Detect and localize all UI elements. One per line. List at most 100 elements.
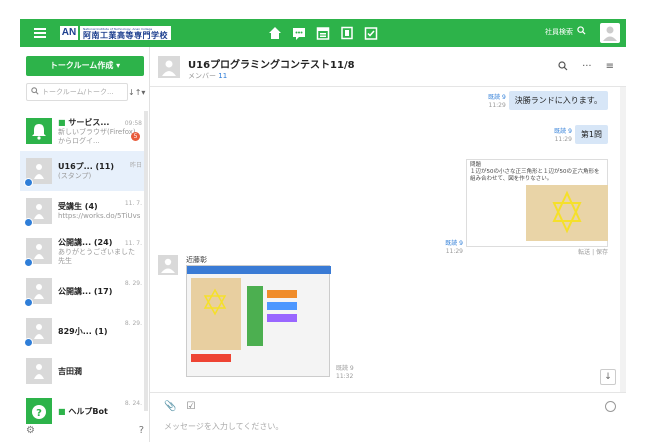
scroll-down-icon[interactable]: ↓ [600, 369, 616, 385]
room-list: ■ サービス... 新しいブラウザ(Firefox)からログイ... 09:58… [20, 111, 144, 431]
room-time: 09:58 [124, 120, 142, 127]
message-bubble[interactable]: 第1問 [574, 125, 608, 144]
room-title: 吉田潤 [58, 366, 82, 376]
room-title: 公開講... (17) [58, 286, 113, 296]
read-info: 既読 9 11:32 [336, 365, 354, 381]
messages-scrollbar[interactable] [620, 87, 626, 392]
sidebar-footer: ⚙ ? [26, 425, 144, 436]
calendar-icon[interactable] [316, 26, 330, 40]
message-outgoing: 既読 9 11:29 第1問 [554, 125, 608, 144]
room-time: 11. 7. [124, 200, 142, 207]
group-avatar [24, 158, 52, 187]
employee-search[interactable]: 社員検索 [545, 26, 586, 37]
room-title: U16プ... (11) [58, 162, 114, 171]
help-icon: ? [26, 398, 52, 424]
room-preview: ありがとうございました先生 [58, 247, 135, 265]
school-logo[interactable]: AN National Institute of Technology, Ana… [60, 25, 171, 41]
message-actions[interactable]: 転送 | 保存 [466, 247, 608, 256]
group-avatar [24, 318, 52, 347]
group-avatar [24, 238, 52, 267]
member-count[interactable]: メンバー 11 [188, 71, 227, 81]
read-info: 既読 9 11:29 [554, 128, 572, 144]
room-preview: (スタンプ) [58, 172, 92, 180]
hamburger-menu-icon[interactable] [34, 28, 46, 38]
room-sidebar: トークルーム作成 ▾ トークルーム/トーク... ↓↑▾ ■ サービス... 新… [20, 47, 150, 442]
group-badge-icon [24, 298, 33, 307]
emoji-icon[interactable] [605, 401, 616, 412]
star-image [526, 185, 608, 241]
search-icon [577, 26, 586, 37]
room-item-829[interactable]: 829小... (1) 8. 29. [20, 311, 144, 351]
create-room-button[interactable]: トークルーム作成 ▾ [26, 56, 144, 76]
room-time: 8. 29. [124, 280, 142, 287]
room-item-public-lecture-17[interactable]: 公開講... (17) 8. 29. [20, 271, 144, 311]
read-count[interactable]: 既読 9 [554, 128, 572, 135]
settings-icon[interactable]: ⚙ [26, 425, 35, 436]
screenshot-attachment[interactable] [186, 265, 331, 377]
message-outgoing-image: 既読 9 11:29 問題 １辺が50の小さな正三角形と１辺が50の正六角形を組み… [445, 159, 608, 256]
more-icon[interactable]: ··· [582, 61, 592, 74]
message-input[interactable]: メッセージを入力してください。 [164, 421, 283, 432]
image-caption: １辺が50の小さな正三角形と１辺が50の正六角形を組み合わせて、図を作りなさい。 [470, 169, 600, 182]
group-avatar [24, 198, 52, 227]
sidebar-scrollbar[interactable] [144, 111, 148, 411]
search-icon[interactable] [558, 61, 568, 74]
help-icon[interactable]: ? [139, 425, 144, 436]
room-search-placeholder: トークルーム/トーク... [42, 88, 114, 96]
sticker-icon[interactable]: ☑ [186, 401, 195, 412]
user-avatar[interactable] [600, 23, 620, 43]
bot-icon: ■ [58, 117, 66, 127]
read-count[interactable]: 既読 9 [336, 365, 354, 372]
menu-icon[interactable]: ≡ [606, 61, 614, 74]
room-title: ■ ヘルプBot [58, 406, 140, 417]
read-count[interactable]: 既読 9 [488, 94, 506, 101]
svg-text:?: ? [36, 408, 42, 419]
message-composer: 📎 ☑ メッセージを入力してください。 [150, 392, 626, 442]
room-title-text: サービス... [68, 117, 110, 127]
image-attachment[interactable]: 問題 １辺が50の小さな正三角形と１辺が50の正六角形を組み合わせて、図を作りな… [466, 159, 608, 247]
image-card-wrap: 問題 １辺が50の小さな正三角形と１辺が50の正六角形を組み合わせて、図を作りな… [466, 159, 608, 256]
room-preview: 新しいブラウザ(Firefox)からログイ... [58, 127, 136, 145]
room-title: 829小... (1) [58, 326, 108, 336]
room-title-text: ヘルプBot [68, 406, 108, 416]
room-time: 8. 29. [124, 320, 142, 327]
room-item-students[interactable]: 受講生 (4) https://works.do/5TiUvs 11. 7. [20, 191, 144, 231]
app-nav [268, 26, 378, 40]
room-item-service[interactable]: ■ サービス... 新しいブラウザ(Firefox)からログイ... 09:58… [20, 111, 144, 151]
room-search-input[interactable]: トークルーム/トーク... [26, 83, 128, 101]
chat-header: U16プログラミングコンテスト11/8 メンバー 11 ··· ≡ [150, 47, 626, 87]
logo-title: 阿南工業高等専門学校 [83, 30, 168, 40]
room-time: 昨日 [129, 162, 142, 169]
user-avatar [26, 358, 52, 384]
room-avatar [158, 56, 180, 78]
read-info: 既読 9 11:29 [488, 94, 506, 110]
sender-avatar[interactable] [158, 255, 178, 275]
room-item-u16[interactable]: U16プ... (11) (スタンプ) 昨日 [20, 151, 144, 191]
search-icon [31, 87, 39, 97]
chat-panel: U16プログラミングコンテスト11/8 メンバー 11 ··· ≡ 既読 9 11… [150, 47, 626, 442]
room-name: U16プログラミングコンテスト11/8 [188, 60, 355, 71]
message-time: 11:29 [488, 102, 506, 109]
room-preview: https://works.do/5TiUvs [58, 212, 140, 220]
home-icon[interactable] [268, 26, 282, 40]
employee-search-label: 社員検索 [545, 27, 573, 36]
sort-icon[interactable]: ↓↑▾ [128, 88, 145, 97]
image-caption-title: 問題 [470, 162, 482, 168]
logo-mark: AN [60, 26, 78, 40]
read-count[interactable]: 既読 9 [445, 240, 463, 247]
chat-icon[interactable] [292, 26, 306, 40]
message-time: 11:29 [554, 136, 572, 143]
address-book-icon[interactable] [340, 26, 354, 40]
message-time: 11:29 [445, 248, 463, 255]
bot-icon: ■ [58, 406, 66, 416]
attachment-icon[interactable]: 📎 [164, 401, 176, 412]
message-bubble[interactable]: 決勝ランドに入ります。 [508, 91, 608, 110]
room-time: 8. 24. [124, 400, 142, 407]
message-list: 既読 9 11:29 決勝ランドに入ります。 既読 9 11:29 第1問 既読 9… [150, 87, 626, 392]
task-icon[interactable] [364, 26, 378, 40]
room-item-public-lecture-24[interactable]: 公開講... (24) ありがとうございました先生 11. 7. [20, 231, 144, 271]
room-item-yoshida[interactable]: 吉田潤 [20, 351, 144, 391]
room-time: 11. 7. [124, 240, 142, 247]
header-actions: ··· ≡ [558, 61, 614, 74]
composer-tools: 📎 ☑ [164, 401, 195, 412]
